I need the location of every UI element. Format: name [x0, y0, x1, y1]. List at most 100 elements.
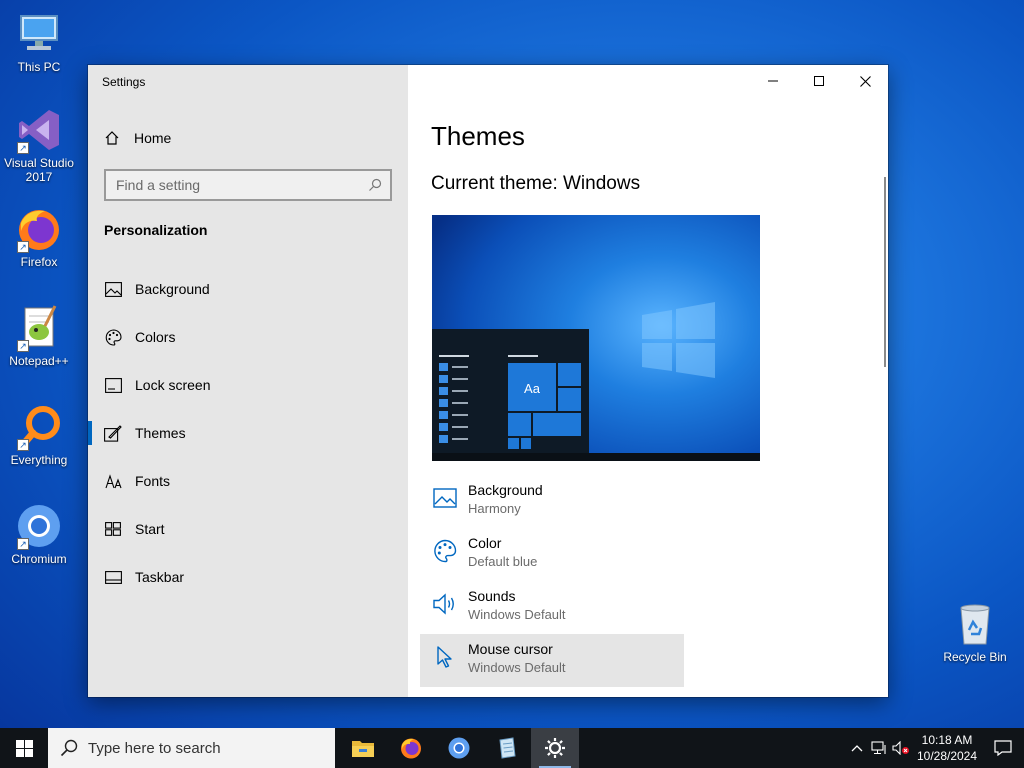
desktop-icon-this-pc[interactable]: This PC — [1, 10, 77, 74]
sidebar-item-label: Colors — [135, 329, 176, 345]
theme-background-option[interactable]: Background Harmony — [420, 475, 684, 528]
firefox-icon: ↗ — [15, 205, 63, 253]
visual-studio-icon: ↗ — [15, 106, 63, 154]
sidebar-item-label: Start — [135, 521, 165, 537]
sidebar-item-start[interactable]: Start — [88, 505, 408, 553]
property-label: Color — [468, 535, 502, 551]
speaker-icon — [432, 591, 458, 617]
sidebar-item-colors[interactable]: Colors — [88, 313, 408, 361]
sidebar-item-label: Fonts — [135, 473, 171, 489]
desktop-icon-label: Everything — [10, 453, 68, 467]
sidebar-item-taskbar[interactable]: Taskbar — [88, 553, 408, 601]
home-link[interactable]: Home — [104, 127, 171, 149]
find-setting-search-box[interactable] — [104, 169, 392, 201]
taskbar-search-box[interactable]: Type here to search — [48, 728, 335, 768]
start-button[interactable] — [0, 728, 48, 768]
action-center-button[interactable] — [982, 728, 1024, 768]
themes-brush-icon — [104, 424, 122, 442]
taskbar-search-placeholder: Type here to search — [88, 739, 221, 757]
show-hidden-icons-button[interactable] — [846, 728, 868, 768]
fonts-icon — [104, 472, 122, 490]
palette-icon — [432, 538, 458, 564]
theme-color-option[interactable]: Color Default blue — [420, 528, 684, 581]
sidebar-item-label: Lock screen — [135, 377, 211, 393]
sidebar-item-lock-screen[interactable]: Lock screen — [88, 361, 408, 409]
clock-time: 10:18 AM — [921, 733, 973, 747]
settings-window: Settings Home Personalization Background — [88, 65, 888, 697]
theme-sounds-option[interactable]: Sounds Windows Default — [420, 581, 684, 634]
section-title: Personalization — [104, 222, 208, 238]
taskbar-file-explorer[interactable] — [339, 728, 387, 768]
home-label: Home — [134, 130, 172, 146]
desktop-icon-chromium[interactable]: ↗ Chromium — [1, 502, 77, 566]
property-label: Sounds — [468, 588, 516, 604]
desktop-icon-visual-studio[interactable]: ↗ Visual Studio 2017 — [1, 106, 77, 184]
property-value: Windows Default — [468, 607, 566, 622]
windows-logo-icon — [15, 739, 33, 757]
search-icon[interactable] — [368, 178, 382, 192]
shortcut-arrow-icon: ↗ — [17, 340, 29, 352]
sidebar-item-label: Background — [135, 281, 210, 297]
shortcut-arrow-icon: ↗ — [17, 538, 29, 550]
sidebar-item-label: Taskbar — [135, 569, 185, 585]
lock-screen-icon — [104, 376, 122, 394]
system-tray: 10:18 AM 10/28/2024 — [846, 728, 1024, 768]
shortcut-arrow-icon: ↗ — [17, 142, 29, 154]
settings-gear-icon — [545, 738, 565, 758]
main-scrollbar[interactable] — [884, 177, 886, 367]
desktop-icon-label: Firefox — [20, 255, 58, 269]
chromium-icon — [448, 737, 470, 759]
volume-status[interactable] — [890, 728, 912, 768]
start-grid-icon — [104, 520, 122, 538]
computer-icon — [15, 10, 63, 58]
desktop-icon-label: Notepad++ — [9, 354, 69, 368]
theme-properties: Background Harmony Color Default blue So… — [420, 475, 684, 687]
search-icon — [60, 739, 78, 757]
sidebar-item-fonts[interactable]: Fonts — [88, 457, 408, 505]
taskbar-firefox[interactable] — [387, 728, 435, 768]
desktop-icon-label: Chromium — [11, 552, 67, 566]
main-pane: Themes Current theme: Windows Aa Backgro… — [408, 65, 888, 697]
sidebar-item-themes[interactable]: Themes — [88, 409, 408, 457]
taskbar-settings[interactable] — [531, 728, 579, 768]
picture-icon — [432, 485, 458, 511]
shortcut-arrow-icon: ↗ — [17, 439, 29, 451]
home-icon — [105, 131, 119, 145]
taskbar: Type here to search 10:18 AM 10/28/2024 — [0, 728, 1024, 768]
preview-sample-text: Aa — [524, 381, 541, 396]
network-icon — [871, 741, 886, 754]
clock-date: 10/28/2024 — [916, 749, 978, 763]
desktop-icon-label: Visual Studio 2017 — [4, 156, 74, 184]
taskbar-chromium[interactable] — [435, 728, 483, 768]
property-label: Mouse cursor — [468, 641, 553, 657]
taskbar-icon — [104, 568, 122, 586]
notepad-icon — [499, 737, 516, 759]
theme-preview-image: Aa — [432, 215, 760, 461]
cursor-icon — [432, 644, 458, 670]
desktop-icon-recycle-bin[interactable]: Recycle Bin — [937, 600, 1013, 664]
taskbar-apps — [339, 728, 579, 768]
sidebar: Settings Home Personalization Background — [88, 65, 408, 697]
network-status[interactable] — [868, 728, 890, 768]
everything-search-icon: ↗ — [15, 403, 63, 451]
theme-mouse-cursor-option[interactable]: Mouse cursor Windows Default — [420, 634, 684, 687]
find-setting-input[interactable] — [116, 177, 368, 193]
desktop-icon-label: This PC — [17, 60, 61, 74]
property-value: Default blue — [468, 554, 538, 569]
desktop-icon-everything[interactable]: ↗ Everything — [1, 403, 77, 467]
taskbar-clock[interactable]: 10:18 AM 10/28/2024 — [912, 732, 982, 764]
desktop-icon-notepadpp[interactable]: ↗ Notepad++ — [1, 304, 77, 368]
desktop-icon-firefox[interactable]: ↗ Firefox — [1, 205, 77, 269]
file-explorer-icon — [352, 741, 374, 757]
notepadpp-icon: ↗ — [15, 304, 63, 352]
nav-list: Background Colors Lock screen Themes Fon… — [88, 265, 408, 601]
sidebar-item-background[interactable]: Background — [88, 265, 408, 313]
recycle-bin-icon — [951, 600, 999, 648]
shortcut-arrow-icon: ↗ — [17, 241, 29, 253]
taskbar-notepad[interactable] — [483, 728, 531, 768]
window-title: Settings — [102, 75, 146, 89]
volume-muted-icon — [892, 741, 909, 755]
property-value: Windows Default — [468, 660, 566, 675]
notification-icon — [994, 740, 1012, 756]
chevron-up-icon — [851, 745, 863, 752]
